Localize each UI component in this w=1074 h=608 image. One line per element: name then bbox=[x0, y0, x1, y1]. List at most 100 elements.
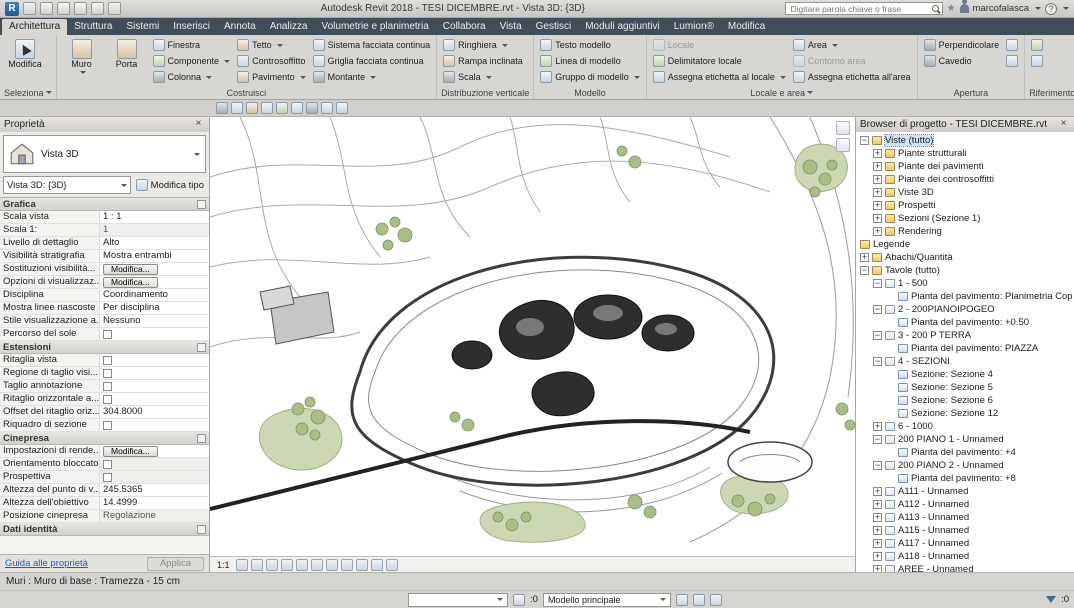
tree-item-4-sezioni[interactable]: 4 - SEZIONI bbox=[856, 355, 1074, 368]
panel-label-apertura[interactable]: Apertura bbox=[918, 86, 1025, 99]
collapse-icon[interactable] bbox=[873, 331, 882, 340]
tab-lumion[interactable]: Lumion® bbox=[667, 19, 721, 35]
tab-analizza[interactable]: Analizza bbox=[263, 19, 315, 35]
view-scale-button[interactable]: 1:1 bbox=[214, 560, 233, 570]
perpendicolare-button[interactable]: Perpendicolare bbox=[922, 37, 1002, 53]
tab-sistemi[interactable]: Sistemi bbox=[120, 19, 167, 35]
expand-icon[interactable] bbox=[873, 188, 882, 197]
tree-item-viste-3d[interactable]: Viste 3D bbox=[856, 186, 1074, 199]
exclude-options-icon[interactable] bbox=[676, 594, 688, 606]
search-input[interactable] bbox=[789, 3, 930, 15]
favorites-star-icon[interactable]: ★ bbox=[947, 2, 956, 15]
reveal-hidden-elements-icon[interactable] bbox=[371, 559, 383, 571]
properties-help-link[interactable]: Guida alle proprietà bbox=[5, 558, 88, 569]
section-collapse-icon[interactable] bbox=[197, 434, 206, 443]
canvas-toolbar-icon-8[interactable] bbox=[321, 102, 333, 114]
section-grafica[interactable]: Grafica bbox=[0, 198, 209, 211]
shadows-icon[interactable] bbox=[281, 559, 293, 571]
testo-modello-button[interactable]: Testo modello bbox=[538, 37, 642, 53]
worksharing-display-icon[interactable] bbox=[386, 559, 398, 571]
ringhiera-button[interactable]: Ringhiera bbox=[441, 37, 525, 53]
tab-architettura[interactable]: Architettura bbox=[2, 19, 67, 35]
section-collapse-icon[interactable] bbox=[197, 343, 206, 352]
panel-label-riferimento[interactable]: Riferimento bbox=[1025, 86, 1074, 99]
tree-item-a113[interactable]: A113 - Unnamed bbox=[856, 511, 1074, 524]
tetto-button[interactable]: Tetto bbox=[235, 37, 308, 53]
collapse-icon[interactable] bbox=[873, 461, 882, 470]
help-icon[interactable]: ? bbox=[1045, 3, 1057, 15]
perspective-checkbox[interactable] bbox=[103, 473, 112, 482]
press-drag-icon[interactable] bbox=[710, 594, 722, 606]
canvas-toolbar-icon-3[interactable] bbox=[246, 102, 258, 114]
locked-orientation-checkbox[interactable] bbox=[103, 460, 112, 469]
app-icon[interactable]: R bbox=[5, 2, 19, 16]
view-instance-selector[interactable]: Vista 3D: {3D} bbox=[3, 176, 131, 194]
expand-icon[interactable] bbox=[873, 487, 882, 496]
panel-label-seleziona[interactable]: Seleziona bbox=[0, 86, 56, 99]
zoom-icon[interactable] bbox=[836, 138, 850, 152]
linea-modello-button[interactable]: Linea di modello bbox=[538, 53, 642, 69]
sun-path-icon[interactable] bbox=[266, 559, 278, 571]
help-search-box[interactable] bbox=[785, 2, 943, 15]
tree-item-tavole-tutto[interactable]: Tavole (tutto) bbox=[856, 264, 1074, 277]
delimitatore-locale-button[interactable]: Delimitatore locale bbox=[651, 53, 788, 69]
expand-icon[interactable] bbox=[873, 513, 882, 522]
modifica-visibilita-button[interactable]: Modifica... bbox=[103, 264, 158, 275]
workset-selector[interactable] bbox=[408, 593, 508, 607]
tree-item-pianta-8[interactable]: Pianta del pavimento: +8 bbox=[856, 472, 1074, 485]
tree-item-sezione-4[interactable]: Sezione: Sezione 4 bbox=[856, 368, 1074, 381]
tree-item-3-200-p-terra[interactable]: 3 - 200 P TERRA bbox=[856, 329, 1074, 342]
canvas-toolbar-icon-4[interactable] bbox=[261, 102, 273, 114]
tree-item-abachi[interactable]: Abachi/Quantità bbox=[856, 251, 1074, 264]
expand-icon[interactable] bbox=[873, 500, 882, 509]
open-icon[interactable] bbox=[23, 2, 36, 15]
tab-vista[interactable]: Vista bbox=[493, 19, 529, 35]
tree-item-pianta-piazza[interactable]: Pianta del pavimento: PIAZZA bbox=[856, 342, 1074, 355]
tab-modifica[interactable]: Modifica bbox=[721, 19, 772, 35]
tree-item-1-500[interactable]: 1 - 500 bbox=[856, 277, 1074, 290]
crop-region-visibility-icon[interactable] bbox=[326, 559, 338, 571]
linea-riferimento-button[interactable] bbox=[1029, 53, 1045, 69]
canvas-toolbar-icon-1[interactable] bbox=[216, 102, 228, 114]
etichetta-area-button[interactable]: Assegna etichetta all'area bbox=[791, 69, 913, 85]
area-button[interactable]: Area bbox=[791, 37, 913, 53]
tree-item-viste-tutto[interactable]: Viste (tutto) bbox=[856, 134, 1074, 147]
crop-view-icon[interactable] bbox=[311, 559, 323, 571]
expand-icon[interactable] bbox=[873, 552, 882, 561]
pavimento-button[interactable]: Pavimento bbox=[235, 69, 308, 85]
panel-label-distribuzione[interactable]: Distribuzione verticale bbox=[437, 86, 533, 99]
scala-button[interactable]: Scala bbox=[441, 69, 525, 85]
worksets-icon[interactable] bbox=[513, 594, 525, 606]
expand-icon[interactable] bbox=[873, 201, 882, 210]
close-icon[interactable] bbox=[1057, 118, 1070, 131]
tree-item-sezione-6[interactable]: Sezione: Sezione 6 bbox=[856, 394, 1074, 407]
tab-inserisci[interactable]: Inserisci bbox=[166, 19, 217, 35]
sistema-facciata-button[interactable]: Sistema facciata continua bbox=[311, 37, 433, 53]
tree-item-piante-pavimenti[interactable]: Piante dei pavimenti bbox=[856, 160, 1074, 173]
tab-collabora[interactable]: Collabora bbox=[436, 19, 493, 35]
expand-icon[interactable] bbox=[873, 526, 882, 535]
tree-item-aree[interactable]: AREE - Unnamed bbox=[856, 563, 1074, 572]
tree-item-2-200pianoipogeo[interactable]: 2 - 200PIANOIPOGEO bbox=[856, 303, 1074, 316]
properties-header[interactable]: Proprietà bbox=[0, 117, 209, 132]
sun-path-checkbox[interactable] bbox=[103, 330, 112, 339]
expand-icon[interactable] bbox=[873, 214, 882, 223]
tree-item-prospetti[interactable]: Prospetti bbox=[856, 199, 1074, 212]
temporary-hide-isolate-icon[interactable] bbox=[356, 559, 368, 571]
drawing-canvas[interactable] bbox=[210, 117, 855, 556]
apply-button[interactable]: Applica bbox=[147, 557, 204, 571]
porta-button[interactable]: Porta bbox=[106, 37, 148, 86]
modifica-rendering-button[interactable]: Modifica... bbox=[103, 446, 158, 457]
editable-only-icon[interactable] bbox=[693, 594, 705, 606]
cavedio-button[interactable]: Cavedio bbox=[922, 53, 1002, 69]
montante-button[interactable]: Montante bbox=[311, 69, 433, 85]
save-icon[interactable] bbox=[40, 2, 53, 15]
piano-riferimento-button[interactable] bbox=[1029, 37, 1045, 53]
annotation-crop-checkbox[interactable] bbox=[103, 382, 112, 391]
section-collapse-icon[interactable] bbox=[197, 525, 206, 534]
tab-gestisci[interactable]: Gestisci bbox=[529, 19, 579, 35]
help-menu-caret-icon[interactable] bbox=[1063, 7, 1069, 10]
tree-item-piante-controsoffitti[interactable]: Piante dei controsoffitti bbox=[856, 173, 1074, 186]
controsoffitto-button[interactable]: Controsoffitto bbox=[235, 53, 308, 69]
expand-icon[interactable] bbox=[873, 565, 882, 572]
